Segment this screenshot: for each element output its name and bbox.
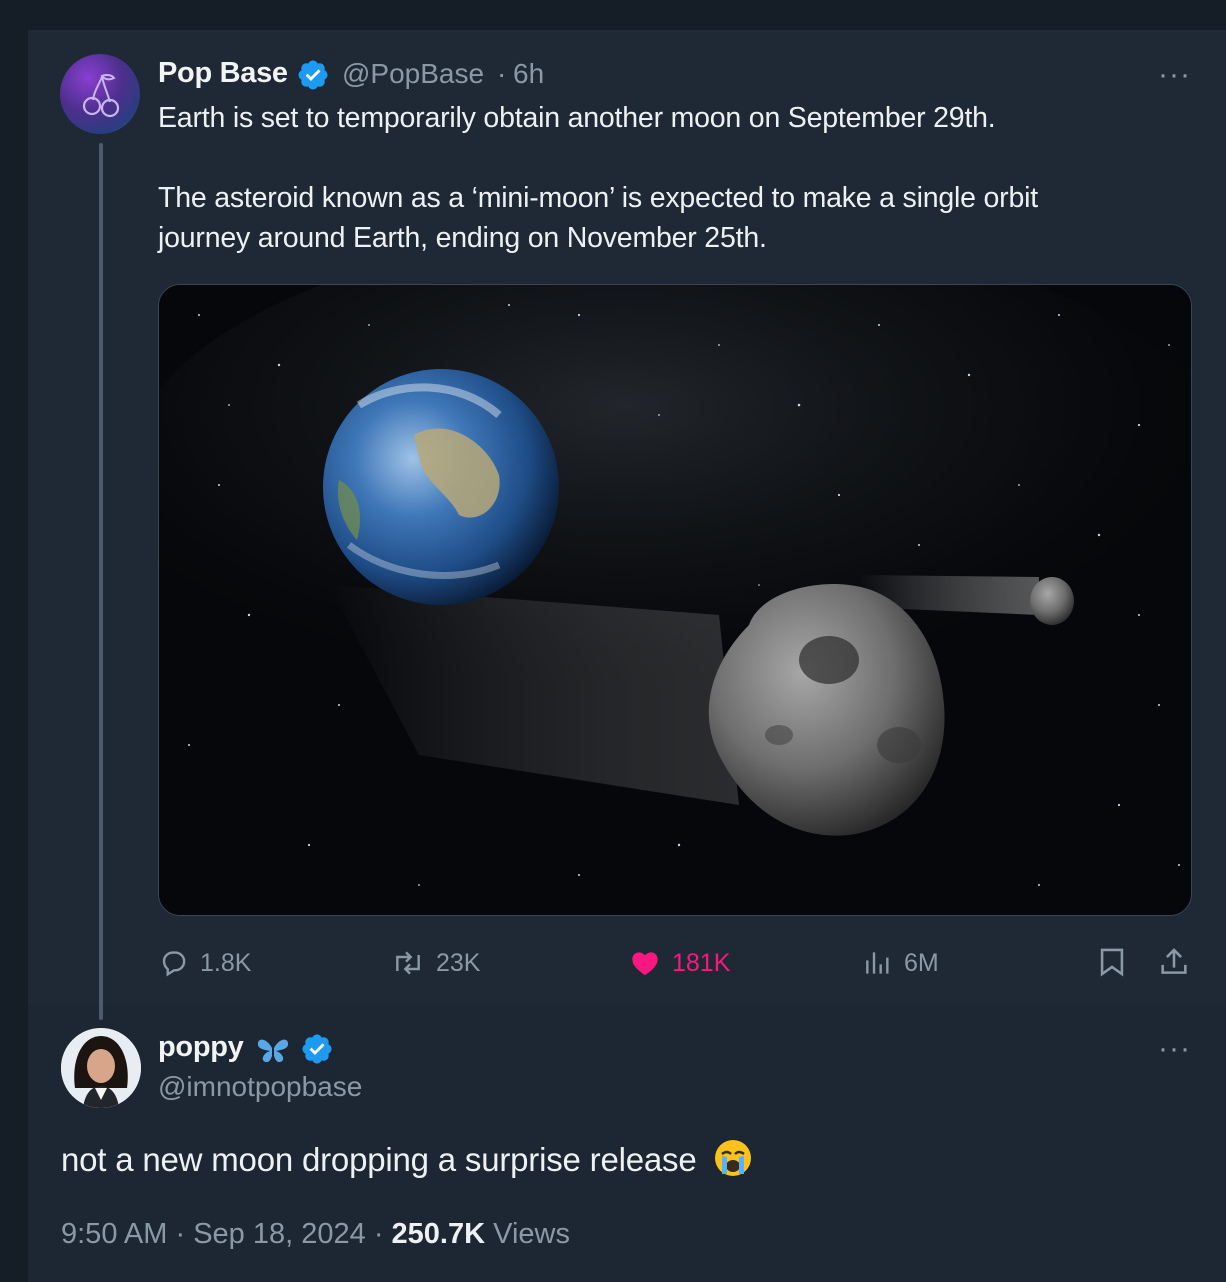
cherry-icon xyxy=(82,73,120,118)
tweet-text-line-2: The asteroid known as a ‘mini-moon’ is e… xyxy=(158,182,1038,214)
tweet-text-line-3: journey around Earth, ending on November… xyxy=(158,222,767,254)
tweet-media-image[interactable] xyxy=(158,284,1192,916)
profile-photo xyxy=(61,1028,141,1108)
space-asteroid-illustration xyxy=(159,285,1191,915)
more-options-button[interactable]: ··· xyxy=(1158,60,1191,90)
tweet-time[interactable]: 6h xyxy=(513,58,544,90)
views-label: Views xyxy=(493,1218,570,1250)
reply-text: not a new moon dropping a surprise relea… xyxy=(61,1138,753,1179)
author-handle[interactable]: @PopBase xyxy=(342,58,484,90)
like-count: 181K xyxy=(672,948,731,977)
reply-text-content: not a new moon dropping a surprise relea… xyxy=(61,1141,697,1178)
separator-dot: · xyxy=(497,58,507,89)
views-count: 250.7K xyxy=(391,1218,486,1250)
meta-separator: · xyxy=(175,1218,186,1250)
heart-icon xyxy=(632,952,658,976)
retweet-button[interactable]: 23K xyxy=(390,945,480,981)
author-name[interactable]: Pop Base xyxy=(158,57,288,90)
retweet-icon xyxy=(396,951,420,975)
butterfly-icon xyxy=(257,1039,289,1063)
crying-face-emoji-icon xyxy=(715,1140,752,1176)
reply-icon xyxy=(162,951,186,977)
reply-more-options-button[interactable]: ··· xyxy=(1158,1034,1191,1064)
reply-verified-badge-icon[interactable] xyxy=(300,1032,334,1066)
like-button[interactable]: 181K xyxy=(628,945,730,981)
reply-count: 1.8K xyxy=(200,948,252,977)
reply-button[interactable]: 1.8K xyxy=(158,945,251,981)
thread-connector-line xyxy=(99,143,103,1020)
popbase-avatar[interactable] xyxy=(60,54,140,134)
reply-author-handle[interactable]: @imnotpopbase xyxy=(158,1071,362,1103)
views-button[interactable]: 6M xyxy=(862,945,939,981)
meta-separator-2: · xyxy=(373,1218,384,1250)
share-icon[interactable] xyxy=(1157,945,1191,979)
poppy-avatar[interactable] xyxy=(61,1028,141,1108)
retweet-count: 23K xyxy=(436,948,481,977)
verified-badge-icon[interactable] xyxy=(296,58,330,92)
tweet-date[interactable]: Sep 18, 2024 xyxy=(193,1218,366,1250)
bookmark-icon[interactable] xyxy=(1095,945,1129,979)
tweet-meta: 9:50 AM · Sep 18, 2024 · 250.7K Views xyxy=(61,1218,570,1251)
view-count: 6M xyxy=(904,948,939,977)
tweet-text-line-1: Earth is set to temporarily obtain anoth… xyxy=(158,102,996,134)
reply-author-name[interactable]: poppy xyxy=(158,1031,244,1064)
analytics-icon xyxy=(866,952,889,974)
tweet-time-stamp[interactable]: 9:50 AM xyxy=(61,1218,167,1250)
